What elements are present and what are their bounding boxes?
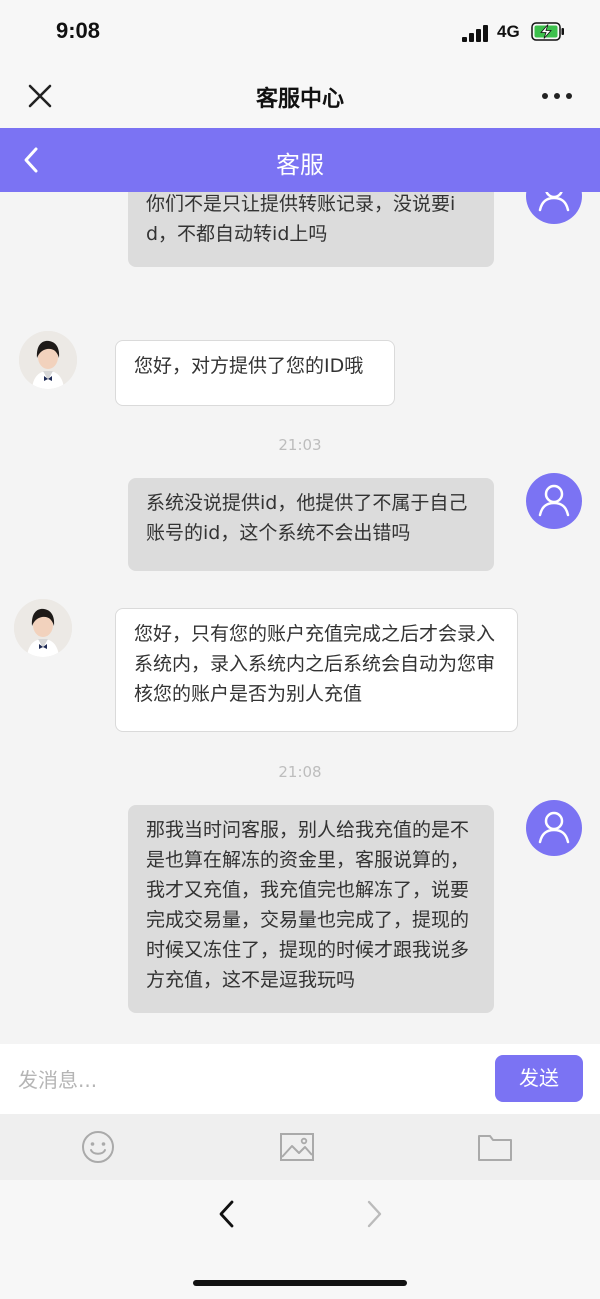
user-avatar: [526, 473, 582, 529]
network-label: 4G: [497, 22, 520, 41]
status-bar: 9:08 4G: [0, 0, 600, 64]
user-message: 那我当时问客服，别人给我充值的是不是也算在解冻的资金里，客服说算的，我才又充值，…: [128, 805, 494, 1013]
chat-title: 客服: [276, 151, 324, 179]
nav-back-icon[interactable]: [213, 1198, 241, 1230]
nav-forward-icon[interactable]: [360, 1198, 388, 1230]
attachment-toolbar: [0, 1114, 600, 1180]
browser-nav-bar: [0, 1180, 600, 1299]
message-input[interactable]: [16, 1056, 480, 1104]
home-indicator[interactable]: [193, 1280, 407, 1286]
folder-icon[interactable]: [477, 1130, 513, 1164]
agent-avatar: [14, 599, 72, 657]
message-input-bar: 发送: [0, 1044, 600, 1114]
user-avatar: [526, 192, 582, 224]
window-titlebar: 客服中心: [0, 64, 600, 128]
image-icon[interactable]: [279, 1130, 315, 1164]
user-message: 你们不是只让提供转账记录，没说要id，不都自动转id上吗: [128, 192, 494, 267]
send-button[interactable]: 发送: [495, 1055, 583, 1102]
message-timestamp: 21:08: [278, 763, 322, 781]
user-message: 系统没说提供id，他提供了不属于自己账号的id，这个系统不会出错吗: [128, 478, 494, 571]
signal-icon: [462, 25, 490, 42]
agent-avatar: [19, 331, 77, 389]
agent-message: 您好，对方提供了您的ID哦: [115, 340, 395, 406]
emoji-icon[interactable]: [80, 1130, 116, 1164]
status-time: 9:08: [56, 18, 101, 43]
message-timestamp: 21:03: [278, 436, 322, 454]
agent-message: 您好，只有您的账户充值完成之后才会录入系统内，录入系统内之后系统会自动为您审核您…: [115, 608, 518, 732]
more-options-icon[interactable]: [540, 88, 574, 104]
battery-icon: [531, 22, 565, 41]
user-avatar: [526, 800, 582, 856]
chat-message-list[interactable]: 你们不是只让提供转账记录，没说要id，不都自动转id上吗 您好，对方提供了您的I…: [0, 192, 600, 1044]
window-title: 客服中心: [255, 87, 344, 112]
chat-header: 客服: [0, 128, 600, 192]
